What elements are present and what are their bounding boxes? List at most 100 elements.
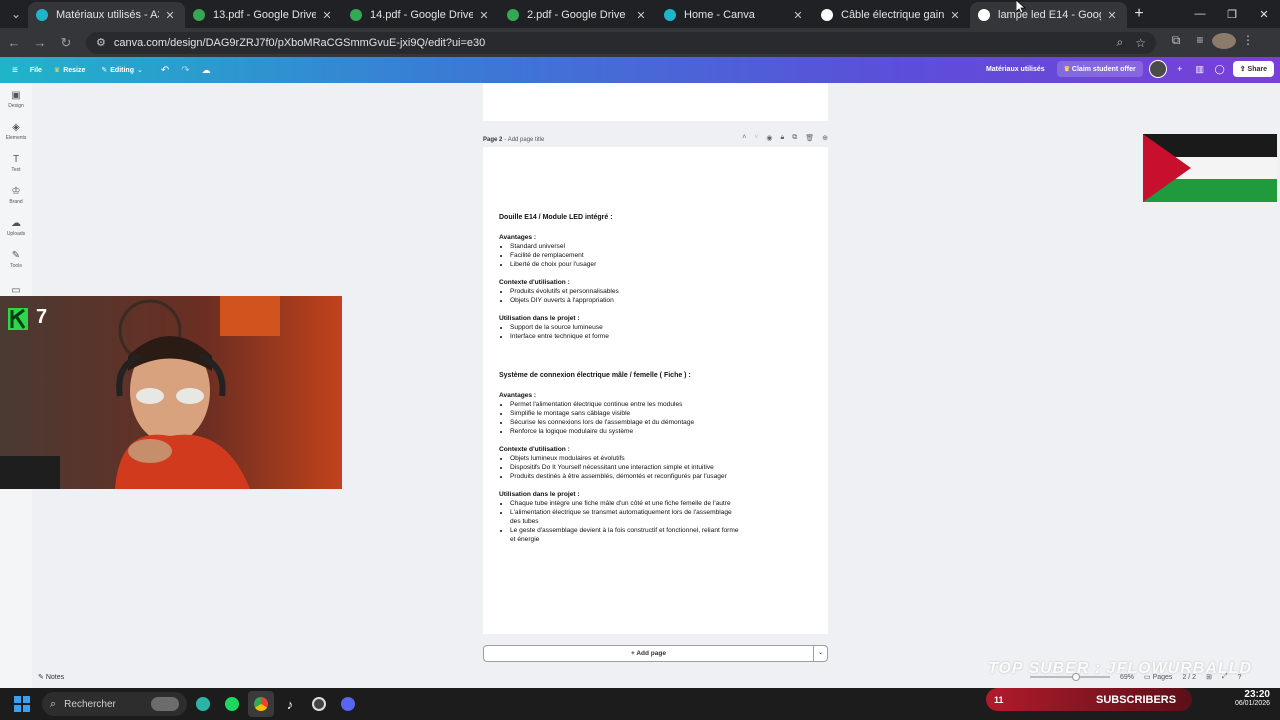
tab-close-icon[interactable]: ✕ bbox=[477, 9, 491, 22]
chevron-down-icon: ⌄ bbox=[136, 67, 143, 74]
tab-close-icon[interactable]: ✕ bbox=[634, 9, 648, 22]
tab-close-icon[interactable]: ✕ bbox=[320, 9, 334, 22]
editing-dropdown[interactable]: ✎ Editing ⌄ bbox=[101, 66, 143, 75]
editing-label: Editing bbox=[110, 66, 134, 74]
palestine-flag bbox=[1143, 134, 1277, 202]
tab-title: lampe led E14 - Google Search bbox=[998, 9, 1101, 21]
chevron-up-icon[interactable]: ˄ bbox=[742, 134, 746, 142]
browser-tab[interactable]: Matériaux utilisés - A3 ✕ bbox=[28, 2, 185, 28]
menu-icon[interactable]: ≡ bbox=[12, 65, 18, 76]
spotify-app-icon[interactable] bbox=[219, 691, 245, 717]
forward-icon[interactable]: → bbox=[28, 35, 52, 50]
maximize-button[interactable]: ❐ bbox=[1216, 0, 1248, 28]
minimize-button[interactable]: — bbox=[1184, 0, 1216, 28]
text-icon: T bbox=[12, 153, 20, 165]
comments-icon[interactable]: ◯ bbox=[1213, 64, 1227, 75]
tab-search-button[interactable]: ⌄ bbox=[4, 4, 28, 24]
taskbar-search[interactable]: ⌕ Rechercher bbox=[42, 692, 187, 716]
url-field[interactable]: ⚙ canva.com/design/DAG9rZRJ7f0/pXboMRaCG… bbox=[86, 31, 1156, 54]
tab-close-icon[interactable]: ✕ bbox=[1105, 9, 1119, 22]
sidebar-item-design[interactable]: ▣ Design bbox=[0, 83, 32, 115]
collaborator-avatar[interactable] bbox=[1148, 60, 1167, 78]
reload-icon[interactable]: ↻ bbox=[54, 35, 78, 51]
list-item: Sécurise les connexions lors de l'assemb… bbox=[510, 418, 740, 427]
resize-button[interactable]: ♛ Resize bbox=[54, 66, 85, 75]
list-item: Simplifie le montage sans câblage visibl… bbox=[510, 409, 740, 418]
sidebar-item-elements[interactable]: ◈ Elements bbox=[0, 115, 32, 147]
chevron-down-icon[interactable]: ˅ bbox=[754, 134, 758, 142]
delete-icon[interactable]: 🗑︎ bbox=[805, 134, 814, 142]
browser-tab[interactable]: 2.pdf - Google Drive ✕ bbox=[499, 2, 656, 28]
browser-tab[interactable]: Câble électrique gainé - Google ✕ bbox=[813, 2, 970, 28]
add-page-button[interactable]: + Add page ⌄ bbox=[483, 645, 828, 662]
tab-close-icon[interactable]: ✕ bbox=[163, 9, 177, 22]
insights-icon[interactable]: ▥ bbox=[1193, 64, 1207, 75]
list-item: Produits évolutifs et personnalisables bbox=[510, 287, 740, 296]
page-2-canvas[interactable]: Douille E14 / Module LED intégré : Avant… bbox=[483, 147, 828, 634]
add-page-icon[interactable]: ⊕ bbox=[822, 134, 828, 142]
close-window-button[interactable]: ✕ bbox=[1248, 0, 1280, 28]
tab-favicon-icon bbox=[821, 9, 833, 21]
browser-tab[interactable]: lampe led E14 - Google Search ✕ bbox=[970, 2, 1127, 28]
claim-student-offer-button[interactable]: ♛ Claim student offer bbox=[1056, 61, 1143, 77]
section-1-contexte-list: Produits évolutifs et personnalisablesOb… bbox=[510, 287, 812, 305]
visibility-icon[interactable]: ◉ bbox=[766, 134, 772, 142]
sidebar-item-label: Text bbox=[11, 166, 21, 173]
webcam-overlay: 7 bbox=[0, 296, 342, 489]
search-highlight-icon bbox=[151, 697, 179, 711]
section-1-avantages-label: Avantages : bbox=[499, 234, 537, 241]
browser-tab[interactable]: Home - Canva ✕ bbox=[656, 2, 813, 28]
undo-icon[interactable]: ↶ bbox=[161, 65, 169, 76]
edge-app-icon[interactable] bbox=[190, 691, 216, 717]
notes-button[interactable]: ✎ Notes bbox=[38, 673, 64, 681]
bookmark-star-icon[interactable]: ☆ bbox=[1135, 36, 1146, 50]
sidebar-item-tools[interactable]: ✎ Tools bbox=[0, 243, 32, 275]
browser-tab[interactable]: 13.pdf - Google Drive ✕ bbox=[185, 2, 342, 28]
extensions-icon[interactable]: ⧉ bbox=[1164, 33, 1188, 52]
page-2-label: Page 2 bbox=[483, 137, 503, 143]
add-page-title[interactable]: - Add page title bbox=[504, 137, 544, 143]
duplicate-icon[interactable]: ⧉ bbox=[792, 134, 797, 142]
tab-close-icon[interactable]: ✕ bbox=[791, 9, 805, 22]
sidebar-item-uploads[interactable]: ☁ Uploads bbox=[0, 211, 32, 243]
browser-menu-icon[interactable]: ⋮ bbox=[1236, 33, 1260, 52]
address-bar: ← → ↻ ⚙ canva.com/design/DAG9rZRJ7f0/pXb… bbox=[0, 28, 1280, 57]
chevron-down-icon[interactable]: ⌄ bbox=[813, 646, 827, 661]
section-2-contexte-list: Objets lumineux modulaires et évolutifsD… bbox=[510, 454, 812, 481]
document-title[interactable]: Matériaux utilisés bbox=[986, 66, 1045, 73]
tiktok-app-icon[interactable]: ♪ bbox=[277, 691, 303, 717]
back-icon[interactable]: ← bbox=[2, 35, 26, 50]
media-icon[interactable]: ≡ bbox=[1188, 33, 1212, 52]
tab-close-icon[interactable]: ✕ bbox=[948, 9, 962, 22]
site-info-icon[interactable]: ⚙ bbox=[96, 36, 106, 49]
elements-icon: ◈ bbox=[12, 121, 20, 133]
cloud-sync-icon[interactable]: ☁ bbox=[202, 65, 211, 76]
discord-app-icon[interactable] bbox=[335, 691, 361, 717]
browser-tab[interactable]: 14.pdf - Google Drive ✕ bbox=[342, 2, 499, 28]
profile-avatar[interactable] bbox=[1212, 33, 1236, 52]
notes-icon: ✎ bbox=[38, 674, 46, 681]
taskbar-clock[interactable]: 23:20 06/01/2026 bbox=[1235, 690, 1270, 708]
share-button[interactable]: ⇪ Share bbox=[1232, 61, 1274, 77]
file-menu[interactable]: File bbox=[30, 67, 42, 74]
lock-icon[interactable]: 🔒︎ bbox=[781, 134, 785, 142]
uploads-icon: ☁ bbox=[11, 217, 21, 229]
chrome-app-icon[interactable] bbox=[248, 691, 274, 717]
list-item: Renforce la logique modulaire du système bbox=[510, 427, 740, 436]
sidebar-item-label: Uploads bbox=[6, 230, 26, 237]
windows-start-icon[interactable] bbox=[6, 688, 38, 720]
browser-tab-bar: ⌄ Matériaux utilisés - A3 ✕ 13.pdf - Googl… bbox=[0, 0, 1280, 28]
new-tab-button[interactable]: + bbox=[1127, 5, 1151, 23]
section-2-utilisation-list: Chaque tube intègre une fiche mâle d'un … bbox=[510, 499, 812, 544]
search-placeholder: Rechercher bbox=[64, 698, 116, 710]
list-item: Standard universel bbox=[510, 242, 740, 251]
obs-app-icon[interactable] bbox=[306, 691, 332, 717]
sidebar-item-text[interactable]: T Text bbox=[0, 147, 32, 179]
clock-time: 23:20 bbox=[1244, 689, 1270, 700]
add-collaborator-icon[interactable]: + bbox=[1173, 64, 1187, 74]
page-1-canvas[interactable] bbox=[483, 83, 828, 121]
redo-icon[interactable]: ↷ bbox=[181, 65, 189, 76]
top-suber-overlay: TOP SUBER : JFLOWURBALLD bbox=[988, 660, 1252, 677]
zoom-icon[interactable]: ⌕ bbox=[1117, 35, 1124, 50]
sidebar-item-brand[interactable]: ♔ Brand bbox=[0, 179, 32, 211]
